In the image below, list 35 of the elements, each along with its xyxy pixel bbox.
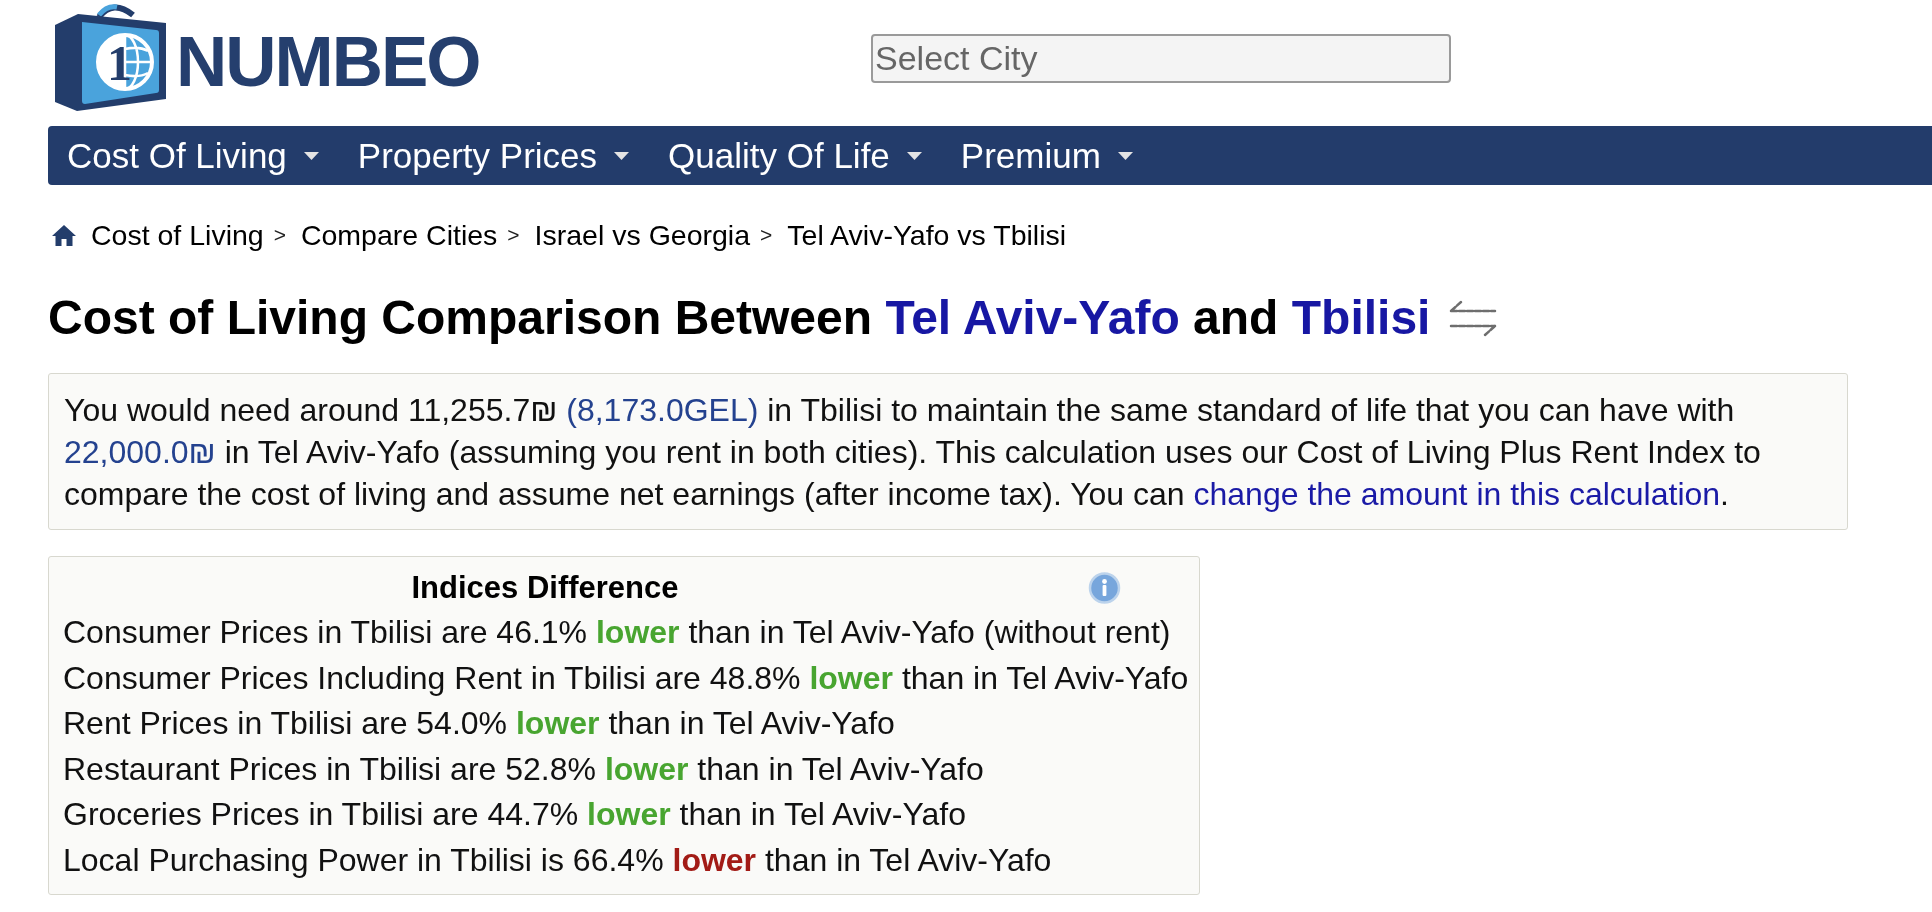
caret-icon [1117,151,1133,160]
swap-arrows-icon[interactable] [1448,298,1499,338]
logo-numeral: 1 [107,38,132,88]
page-title: Cost of Living Comparison Between Tel Aviv-Yafo and Tbilisi [48,290,1431,346]
index-difference-text: Groceries Prices in Tbilisi are 44.7% lower than in Tel Aviv-Yafo [63,795,966,834]
city-link[interactable]: Tbilisi [1291,291,1431,344]
currency-amount: (8,173.0GEL) [566,392,759,428]
city-link[interactable]: Tel Aviv-Yafo [885,291,1180,344]
currency-amount: 22,000.0₪ [64,434,216,470]
breadcrumb-separator: > [760,222,773,248]
indices-heading: Indices Difference [411,570,679,605]
index-difference-text: Local Purchasing Power in Tbilisi is 66.4% lower than in Tel Aviv-Yafo [63,840,1052,880]
nav-menu-button[interactable]: Property Prices [357,135,630,176]
index-difference-text: Consumer Prices in Tbilisi are 46.1% lower than in Tel Aviv-Yafo (without rent) [63,613,1171,652]
breadcrumb-link[interactable]: Compare Cities [300,218,498,252]
index-difference-text: Consumer Prices Including Rent in Tbilisi are 48.8% lower than in Tel Aviv-Yafo [63,658,1189,698]
suitcase-logo-icon[interactable] [55,2,166,112]
nav-menu-button[interactable]: Cost Of Living [67,135,319,176]
change-amount-link[interactable]: change the amount in this calculation [1193,476,1721,512]
index-difference-text: Restaurant Prices in Tbilisi are 52.8% lower than in Tel Aviv-Yafo [63,749,984,789]
city-search-field[interactable]: Select City [871,34,1451,83]
logo-wordmark[interactable]: NUMBEO [176,26,480,97]
index-difference-text: Rent Prices in Tbilisi are 54.0% lower than in Tel Aviv-Yafo [63,704,895,743]
caret-icon [614,151,630,160]
breadcrumb-link[interactable]: Tel Aviv-Yafo vs Tbilisi [787,218,1067,252]
caret-icon [303,151,319,160]
breadcrumb-link[interactable]: Cost of Living [91,218,264,252]
nav-menu-button[interactable]: Premium [960,135,1133,176]
home-icon[interactable] [52,224,76,246]
breadcrumb-separator: > [273,222,286,248]
caret-icon [906,151,922,160]
nav-menu-button[interactable]: Quality Of Life [668,135,922,176]
breadcrumb-link[interactable]: Israel vs Georgia [534,218,751,252]
summary-text: You would need around 11,255.7₪ (8,173.0GEL) in Tbilisi to maintain the same standard of life that you can have with 22,000.0₪ in Tel Aviv-Yafo (assuming you rent in both cities). This calculation uses our Cost of Living Plus Rent Index to compare the cost of living and assume net earnings (after income tax). You can change the amount in this calculation. [64,391,1762,514]
breadcrumb-separator: > [507,222,520,248]
